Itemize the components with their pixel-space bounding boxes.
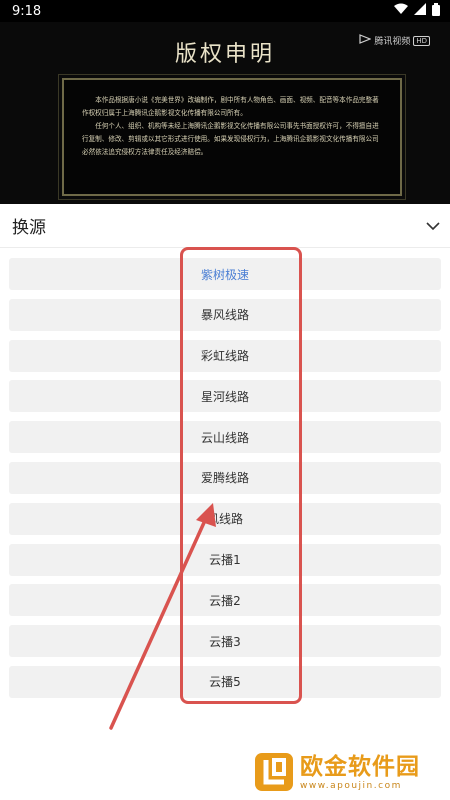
source-label: 彩虹线路 [200, 349, 249, 364]
source-label: 风线路 [206, 512, 243, 527]
notice-paragraph: 任何个人、组织、机构等未经上海腾讯企鹅影视文化传播有限公司事先书面授权许可，不得… [82, 122, 379, 156]
source-item[interactable]: 云播3 [9, 625, 441, 658]
source-list: 紫树极速 暴风线路 彩虹线路 星河线路 云山线路 爱腾线路 风线路 云播1 云播… [9, 258, 441, 707]
logo-mark-icon [255, 753, 293, 791]
video-player[interactable]: 版权申明 腾讯视频 HD 本作品根据唐小说《完美世界》改编制作，剧中所有人物角色… [0, 22, 450, 204]
sheet-title: 换源 [12, 218, 46, 238]
chevron-down-icon[interactable] [426, 216, 440, 235]
play-logo-icon [359, 34, 372, 47]
watermark-brand: 腾讯视频 [374, 37, 411, 47]
status-bar: 9:18 [0, 0, 450, 22]
video-watermark: 腾讯视频 HD [359, 34, 430, 47]
source-item[interactable]: 紫树极速 [9, 258, 441, 290]
watermark-tag: HD [413, 35, 430, 46]
notice-paragraph: 本作品根据唐小说《完美世界》改编制作，剧中所有人物角色、画面、视频、配音等本作品… [82, 96, 379, 117]
source-item[interactable]: 暴风线路 [9, 298, 441, 331]
wifi-icon [394, 3, 408, 19]
battery-icon [432, 2, 440, 20]
status-time: 9:18 [12, 3, 42, 19]
source-label: 爱腾线路 [200, 471, 249, 486]
source-label: 云播1 [209, 553, 241, 568]
status-icons [394, 2, 440, 20]
source-item[interactable]: 云播2 [9, 584, 441, 617]
logo-url: www.apoujin.com [300, 781, 402, 791]
logo-name: 欧金软件园 [300, 754, 420, 780]
copyright-notice: 本作品根据唐小说《完美世界》改编制作，剧中所有人物角色、画面、视频、配音等本作品… [58, 74, 406, 200]
source-item[interactable]: 风线路 [9, 502, 441, 535]
source-item[interactable]: 彩虹线路 [9, 339, 441, 372]
source-item[interactable]: 星河线路 [9, 380, 441, 413]
source-item[interactable]: 云播1 [9, 543, 441, 576]
source-item[interactable]: 云山线路 [9, 421, 441, 454]
source-sheet-header: 换源 [0, 204, 450, 248]
source-item[interactable]: 云播5 [9, 665, 441, 698]
source-label: 云播3 [209, 634, 241, 649]
source-label: 暴风线路 [200, 308, 249, 323]
source-label: 云播5 [209, 675, 241, 690]
source-item[interactable]: 爱腾线路 [9, 461, 441, 494]
source-label: 星河线路 [200, 389, 249, 404]
source-label: 云山线路 [200, 430, 249, 445]
source-label: 紫树极速 [200, 267, 249, 282]
site-logo: 欧金软件园 www.apoujin.com [254, 748, 446, 796]
signal-icon [414, 3, 426, 19]
source-label: 云播2 [209, 593, 241, 608]
